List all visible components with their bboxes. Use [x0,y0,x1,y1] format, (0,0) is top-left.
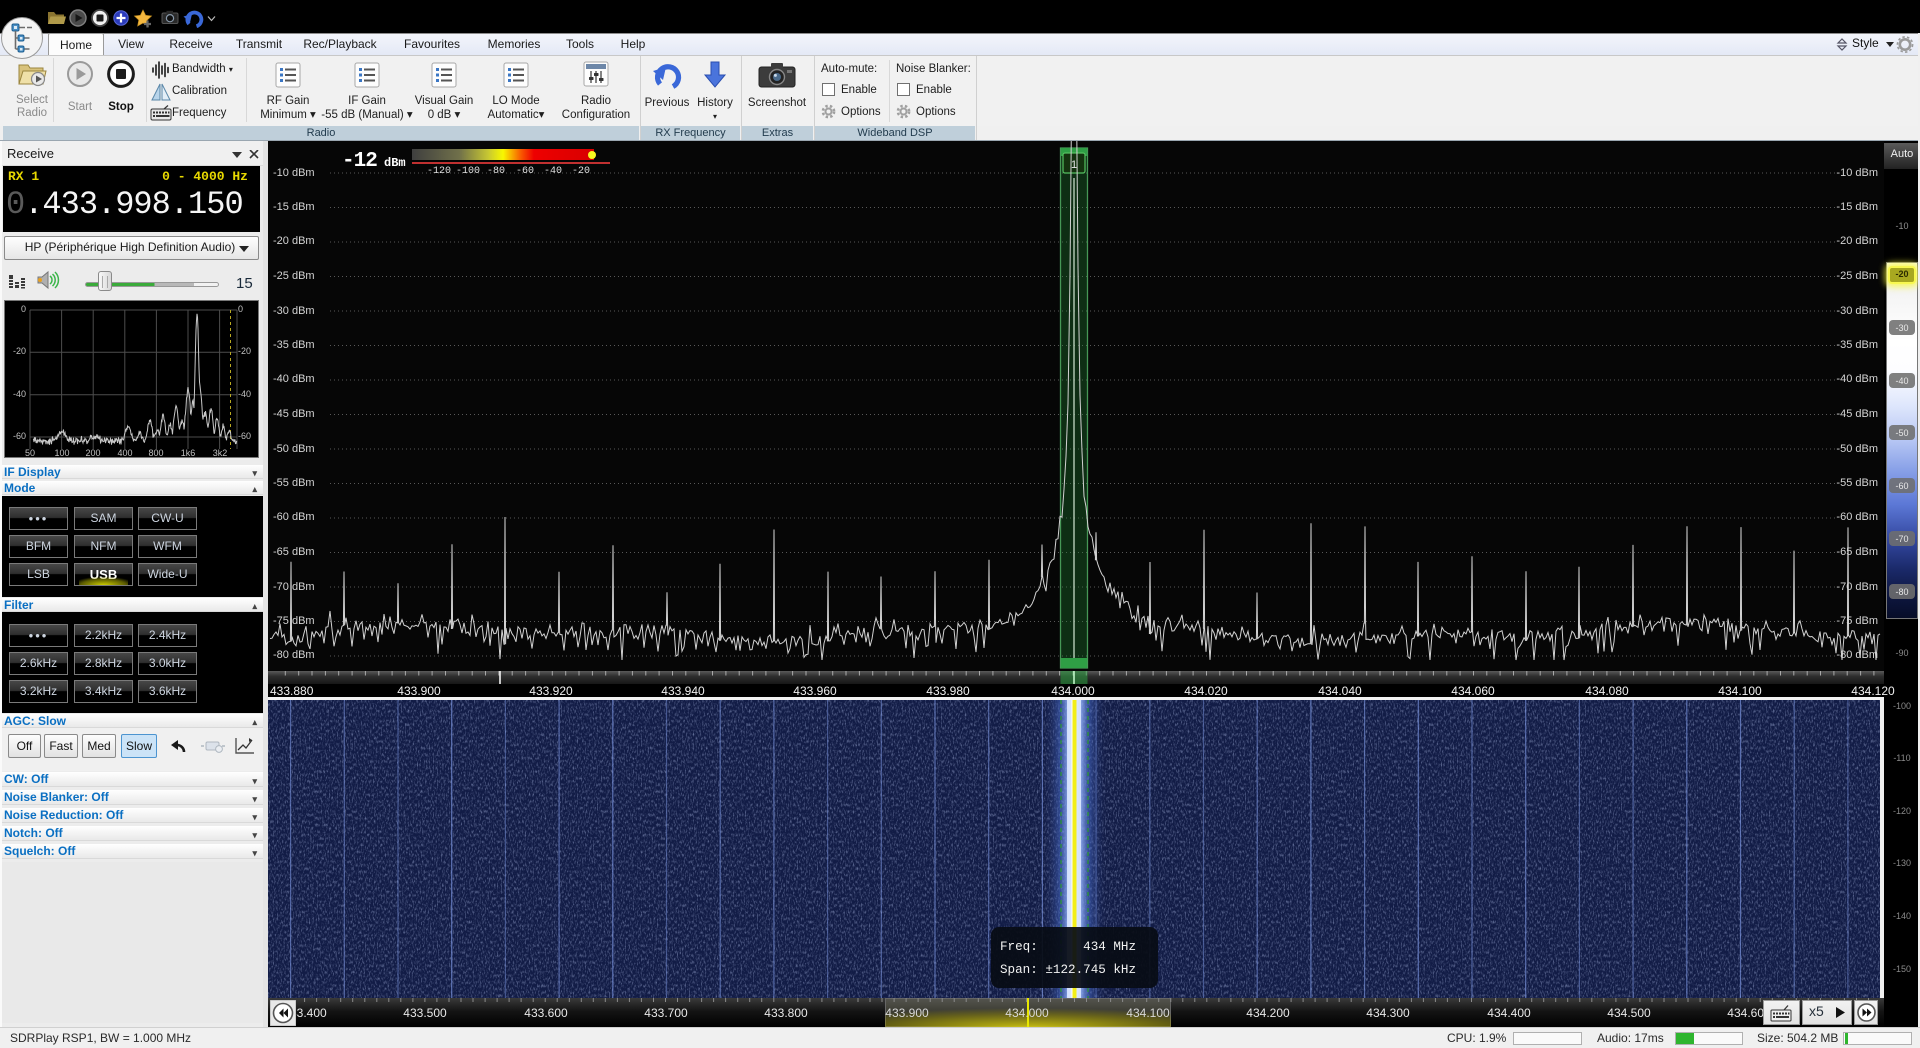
svg-text:1: 1 [1071,159,1077,171]
